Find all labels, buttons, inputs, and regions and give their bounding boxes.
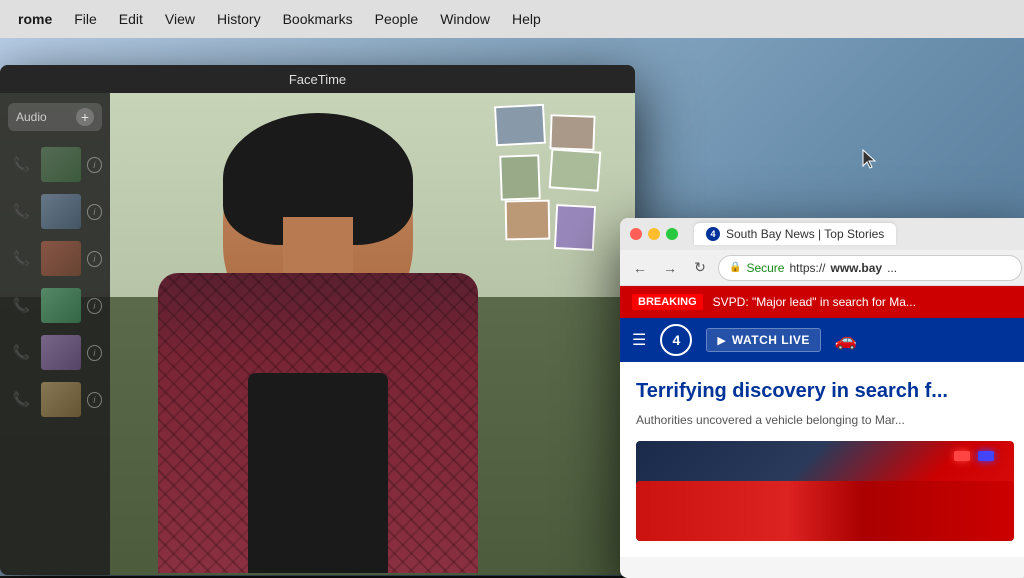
phone-icon[interactable]: 📞	[8, 292, 35, 320]
menu-history[interactable]: History	[207, 7, 271, 31]
car-icon: 🚗	[835, 330, 857, 351]
menu-file[interactable]: File	[64, 7, 107, 31]
back-button[interactable]: ←	[628, 256, 652, 280]
contact-item[interactable]: 📞 i	[0, 188, 110, 235]
watch-live-button[interactable]: ▶ WATCH LIVE	[706, 328, 821, 352]
forward-button[interactable]: →	[658, 256, 682, 280]
url-domain: www.bay	[831, 261, 883, 275]
article-subtext: Authorities uncovered a vehicle belongin…	[636, 412, 1014, 429]
watch-live-label: WATCH LIVE	[732, 333, 810, 347]
secure-text: Secure	[746, 261, 784, 275]
article-image	[636, 441, 1014, 541]
phone-icon[interactable]: 📞	[8, 245, 35, 273]
phone-icon[interactable]: 📞	[8, 339, 35, 367]
police-light-blue	[978, 451, 994, 461]
menu-window[interactable]: Window	[430, 7, 500, 31]
menu-chrome[interactable]: rome	[8, 7, 62, 31]
browser-window: 4 South Bay News | Top Stories ← → ↻ 🔒 S…	[620, 218, 1024, 578]
address-bar[interactable]: 🔒 Secure https:// www.bay ...	[718, 255, 1022, 281]
browser-tab[interactable]: 4 South Bay News | Top Stories	[694, 223, 896, 245]
person-undershirt	[248, 373, 388, 573]
car-image-scene	[636, 481, 1014, 541]
play-icon: ▶	[717, 334, 725, 347]
video-person	[68, 93, 568, 573]
menu-edit[interactable]: Edit	[109, 7, 153, 31]
contact-thumbnail	[41, 382, 81, 417]
menu-bookmarks[interactable]: Bookmarks	[273, 7, 363, 31]
news-navigation: ☰ 4 ▶ WATCH LIVE 🚗	[620, 318, 1024, 362]
lock-icon: 🔒	[729, 262, 741, 273]
contact-thumbnail	[41, 194, 81, 229]
person-body	[158, 273, 478, 573]
contact-item[interactable]: 📞 i	[0, 141, 110, 188]
breaking-text: SVPD: "Major lead" in search for Ma...	[713, 295, 916, 309]
menu-view[interactable]: View	[155, 7, 205, 31]
browser-titlebar: 4 South Bay News | Top Stories	[620, 218, 1024, 250]
url-suffix: ...	[887, 261, 897, 275]
facetime-window: FaceTime Audio + 📞 i 📞 i	[0, 65, 635, 575]
hamburger-menu-icon[interactable]: ☰	[632, 330, 646, 350]
facetime-contact-list: 📞 i 📞 i 📞 i	[0, 137, 110, 427]
info-icon[interactable]: i	[87, 345, 102, 361]
tab-favicon: 4	[706, 227, 720, 241]
menu-people[interactable]: People	[365, 7, 429, 31]
menu-help[interactable]: Help	[502, 7, 551, 31]
breaking-news-banner: BREAKING SVPD: "Major lead" in search fo…	[620, 286, 1024, 318]
info-icon[interactable]: i	[87, 392, 102, 408]
facetime-title: FaceTime	[289, 72, 346, 87]
news-logo: 4	[660, 324, 692, 356]
contact-thumbnail	[41, 288, 81, 323]
contact-item[interactable]: 📞 i	[0, 329, 110, 376]
url-prefix: https://	[789, 261, 825, 275]
contact-thumbnail	[41, 147, 81, 182]
facetime-search-bar[interactable]: Audio +	[8, 103, 102, 131]
info-icon[interactable]: i	[87, 251, 102, 267]
minimize-button[interactable]	[648, 228, 660, 240]
article-headline: Terrifying discovery in search f...	[636, 378, 1014, 404]
facetime-titlebar: FaceTime	[0, 65, 635, 93]
phone-icon[interactable]: 📞	[8, 198, 35, 226]
info-icon[interactable]: i	[87, 298, 102, 314]
info-icon[interactable]: i	[87, 204, 102, 220]
person-neck	[283, 217, 353, 277]
contact-item[interactable]: 📞 i	[0, 376, 110, 423]
tab-title: South Bay News | Top Stories	[726, 227, 884, 241]
menubar: rome File Edit View History Bookmarks Pe…	[0, 0, 1024, 38]
info-icon[interactable]: i	[87, 157, 102, 173]
phone-icon[interactable]: 📞	[8, 386, 35, 414]
contact-thumbnail	[41, 335, 81, 370]
contact-thumbnail	[41, 241, 81, 276]
phone-icon[interactable]: 📞	[8, 151, 35, 179]
fullscreen-button[interactable]	[666, 228, 678, 240]
breaking-label: BREAKING	[632, 294, 703, 310]
facetime-sidebar: Audio + 📞 i 📞 i �	[0, 93, 110, 575]
contact-item[interactable]: 📞 i	[0, 282, 110, 329]
contact-item[interactable]: 📞 i	[0, 235, 110, 282]
police-lights	[954, 451, 994, 461]
facetime-add-button[interactable]: +	[76, 108, 94, 126]
police-light-red	[954, 451, 970, 461]
refresh-button[interactable]: ↻	[688, 256, 712, 280]
close-button[interactable]	[630, 228, 642, 240]
article-content: Terrifying discovery in search f... Auth…	[620, 362, 1024, 557]
browser-toolbar: ← → ↻ 🔒 Secure https:// www.bay ...	[620, 250, 1024, 286]
facetime-audio-tab[interactable]: Audio	[16, 110, 47, 124]
